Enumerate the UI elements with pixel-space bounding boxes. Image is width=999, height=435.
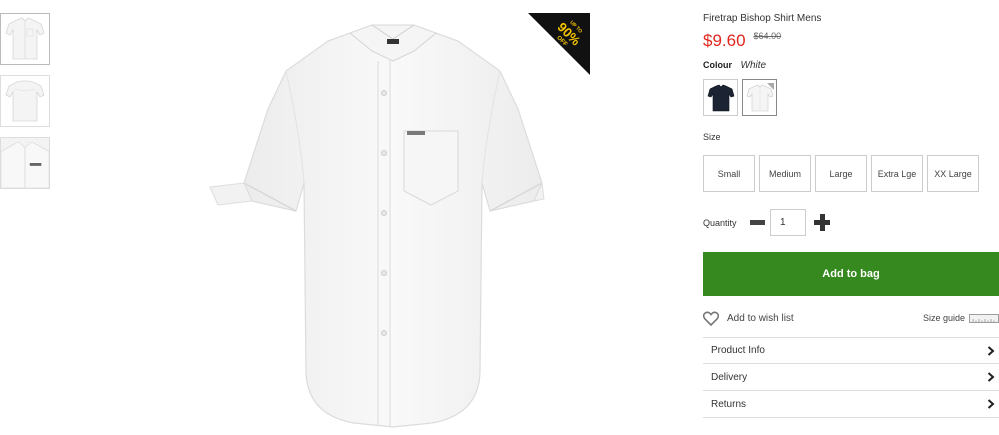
size-large[interactable]: Large <box>815 155 867 192</box>
swatch-navy[interactable] <box>703 79 738 116</box>
discount-badge-icon: UP TO 90% OFF <box>528 13 590 75</box>
product-title: Firetrap Bishop Shirt Mens <box>703 13 822 24</box>
white-shirt-icon <box>746 82 774 111</box>
accordion-returns[interactable]: Returns <box>703 391 999 418</box>
heart-icon <box>703 311 719 326</box>
shirt-front-thumbnail-icon <box>5 17 45 60</box>
quantity-label: Quantity <box>703 217 737 228</box>
size-label: Size <box>703 132 721 142</box>
size-extra-large[interactable]: Extra Lge <box>871 155 923 192</box>
colour-label: Colour <box>703 60 732 70</box>
info-accordion: Product Info Delivery Returns <box>703 337 999 418</box>
thumbnail-front[interactable] <box>0 13 50 65</box>
chevron-right-icon <box>987 372 995 382</box>
add-to-wishlist-link[interactable]: Add to wish list <box>703 311 794 326</box>
quantity-input[interactable] <box>770 209 806 236</box>
size-medium[interactable]: Medium <box>759 155 811 192</box>
size-small[interactable]: Small <box>703 155 755 192</box>
size-guide-label: Size guide <box>922 313 965 323</box>
add-to-bag-button[interactable]: Add to bag <box>703 252 999 296</box>
size-options: Small Medium Large Extra Lge XX Large <box>703 155 979 192</box>
colour-row: Colour White <box>703 60 766 71</box>
main-product-image: UP TO 90% OFF <box>200 13 590 435</box>
quantity-row: Quantity <box>703 209 832 236</box>
colour-value: White <box>740 60 767 71</box>
thumbnail-back[interactable] <box>0 75 50 127</box>
accordion-label: Returns <box>711 398 747 410</box>
accordion-product-info[interactable]: Product Info <box>703 337 999 364</box>
colour-swatches <box>703 79 777 116</box>
price-row: $9.60 $64.00 <box>703 31 781 51</box>
size-guide-link[interactable]: Size guide <box>923 313 999 323</box>
accordion-label: Delivery <box>711 371 748 383</box>
shirt-back-thumbnail-icon <box>5 80 45 122</box>
quantity-decrease-button[interactable] <box>748 216 766 230</box>
accordion-label: Product Info <box>711 345 765 356</box>
plus-icon[interactable] <box>814 213 832 232</box>
chevron-right-icon <box>987 345 995 356</box>
chevron-right-icon <box>987 399 995 409</box>
accordion-delivery[interactable]: Delivery <box>703 364 999 391</box>
size-xx-large[interactable]: XX Large <box>927 155 979 192</box>
shirt-detail-thumbnail-icon <box>1 138 49 188</box>
current-price: $9.60 <box>703 31 746 50</box>
shirt-image-icon <box>209 24 545 428</box>
thumbnail-list <box>0 13 50 199</box>
minus-icon <box>749 220 765 225</box>
wishlist-label: Add to wish list <box>727 313 794 324</box>
ruler-icon <box>969 313 999 323</box>
navy-shirt-icon <box>707 84 734 111</box>
swatch-white[interactable] <box>742 79 777 116</box>
was-price: $64.00 <box>753 31 782 41</box>
thumbnail-detail[interactable] <box>0 137 50 189</box>
